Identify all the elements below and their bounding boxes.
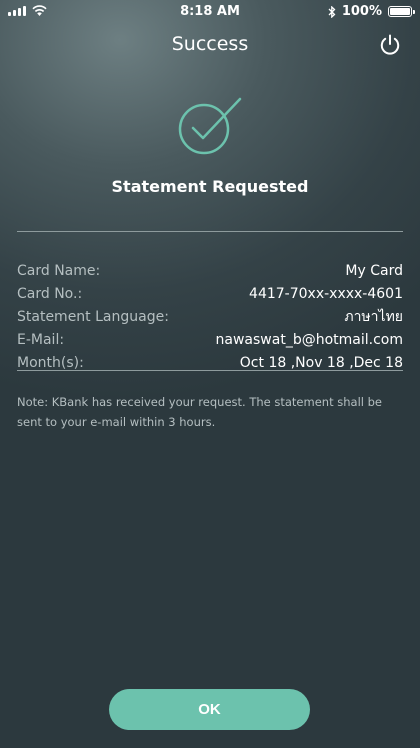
- detail-label: Card No.:: [17, 285, 83, 302]
- divider-top: [17, 231, 403, 232]
- statement-details: Card Name: My Card Card No.: 4417-70xx-x…: [17, 259, 403, 374]
- battery-icon: [388, 6, 415, 17]
- power-icon[interactable]: [378, 33, 402, 57]
- ok-button[interactable]: OK: [109, 689, 310, 730]
- detail-value: nawaswat_b@hotmail.com: [215, 331, 403, 348]
- detail-row-email: E-Mail: nawaswat_b@hotmail.com: [17, 328, 403, 351]
- detail-value: 4417-70xx-xxxx-4601: [249, 285, 403, 302]
- status-bar: 8:18 AM 100%: [0, 0, 420, 24]
- detail-row-card-no: Card No.: 4417-70xx-xxxx-4601: [17, 282, 403, 305]
- detail-value: My Card: [345, 262, 403, 279]
- detail-label: E-Mail:: [17, 331, 65, 348]
- detail-label: Statement Language:: [17, 308, 169, 325]
- divider-bottom: [17, 370, 403, 371]
- detail-label: Card Name:: [17, 262, 101, 279]
- status-bar-right: 100%: [328, 4, 415, 19]
- bluetooth-icon: [328, 5, 336, 18]
- note-text: Note: KBank has received your request. T…: [17, 395, 382, 429]
- detail-label: Month(s):: [17, 354, 84, 371]
- detail-value: Oct 18 ,Nov 18 ,Dec 18: [239, 354, 403, 371]
- detail-row-language: Statement Language: ภาษาไทย: [17, 305, 403, 328]
- detail-row-card-name: Card Name: My Card: [17, 259, 403, 282]
- status-heading: Statement Requested: [111, 177, 309, 196]
- page-title: Success: [171, 33, 249, 55]
- check-circle-icon: [178, 97, 242, 155]
- detail-value: ภาษาไทย: [344, 308, 403, 325]
- battery-percent: 100%: [341, 4, 382, 19]
